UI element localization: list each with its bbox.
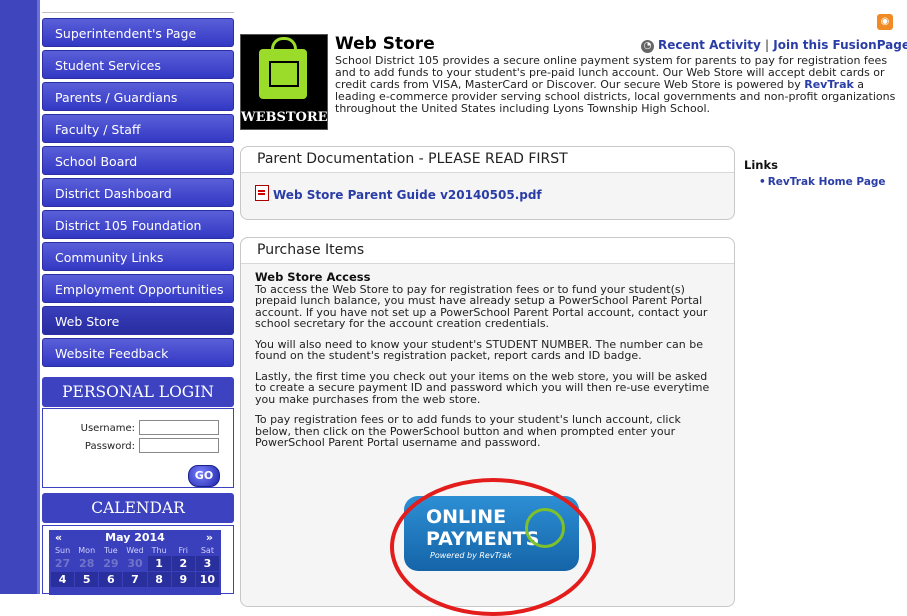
calendar-day[interactable]: 2 — [171, 556, 195, 571]
calendar-inner: « May 2014 » Sun Mon Tue Wed Thu Fri Sat… — [49, 530, 221, 595]
username-row: Username: — [75, 420, 219, 435]
username-input[interactable] — [139, 420, 219, 435]
join-fusionpage-link[interactable]: Join this FusionPage — [773, 38, 907, 52]
purchase-items-body: Web Store Access To access the Web Store… — [241, 264, 734, 466]
calendar-dow: Sat — [200, 546, 214, 555]
calendar-next-button[interactable]: » — [206, 531, 213, 544]
page-title: Web Store — [335, 34, 435, 54]
recent-activity-icon: ◔ — [641, 40, 654, 53]
calendar-dow: Sun — [54, 546, 71, 555]
calendar-day[interactable]: 28 — [75, 556, 99, 571]
calendar-day[interactable]: 10 — [195, 572, 219, 587]
pdf-icon — [255, 185, 269, 201]
sidebar-nav: Superintendent's Page Student Services P… — [42, 18, 234, 370]
parent-documentation-panel: Parent Documentation - PLEASE READ FIRST… — [240, 146, 735, 220]
recent-activity-link[interactable]: Recent Activity — [658, 38, 761, 52]
cart-icon — [269, 61, 299, 87]
parent-guide-pdf-link[interactable]: Web Store Parent Guide v20140505.pdf — [273, 188, 542, 202]
purchase-items-title: Purchase Items — [241, 238, 734, 264]
go-button[interactable]: GO — [188, 465, 220, 487]
calendar-month-title: May 2014 — [105, 531, 165, 544]
sidebar-item-parents-guardians[interactable]: Parents / Guardians — [42, 82, 234, 111]
sidebar-item-district-dashboard[interactable]: District Dashboard — [42, 178, 234, 207]
sidebar-item-employment-opportunities[interactable]: Employment Opportunities — [42, 274, 234, 303]
password-input[interactable] — [139, 438, 219, 453]
username-label: Username: — [80, 422, 135, 434]
webstore-logo: WEBSTORE — [240, 34, 328, 130]
password-label: Password: — [84, 440, 135, 452]
calendar-day[interactable]: 4 — [51, 572, 75, 587]
webstore-logo-text: WEBSTORE — [241, 110, 328, 125]
calendar-header: « May 2014 » — [49, 530, 221, 546]
calendar-day[interactable]: 5 — [75, 572, 99, 587]
sidebar-item-district-105-foundation[interactable]: District 105 Foundation — [42, 210, 234, 239]
left-bar-edge — [37, 0, 40, 594]
left-background-bar — [0, 0, 37, 594]
shopping-bag-icon — [259, 37, 307, 99]
calendar-day[interactable]: 27 — [51, 556, 75, 571]
sidebar-item-school-board[interactable]: School Board — [42, 146, 234, 175]
red-highlight-oval — [390, 478, 596, 616]
sidebar-item-superintendents-page[interactable]: Superintendent's Page — [42, 18, 234, 47]
links-heading: Links — [744, 158, 778, 172]
sidebar-item-web-store[interactable]: Web Store — [42, 306, 234, 335]
instructions-paragraph-3: Lastly, the first time you check out you… — [255, 369, 710, 406]
personal-login-heading: PERSONAL LOGIN — [42, 377, 234, 407]
parent-documentation-title: Parent Documentation - PLEASE READ FIRST — [241, 147, 734, 173]
calendar-grid: Sun Mon Tue Wed Thu Fri Sat 27 28 29 30 … — [49, 546, 221, 587]
instructions-paragraph-1: To access the Web Store to pay for regis… — [255, 282, 708, 330]
separator: | — [765, 38, 770, 52]
sidebar-item-website-feedback[interactable]: Website Feedback — [42, 338, 234, 367]
login-box: Username: Password: GO — [42, 408, 234, 488]
calendar-widget: « May 2014 » Sun Mon Tue Wed Thu Fri Sat… — [42, 525, 234, 595]
web-store-access-heading: Web Store Access — [255, 270, 371, 284]
calendar-dow: Thu — [151, 546, 167, 555]
calendar-day[interactable]: 1 — [147, 556, 171, 571]
calendar-dow: Wed — [126, 546, 144, 555]
calendar-day[interactable]: 8 — [147, 572, 171, 587]
calendar-day[interactable]: 9 — [171, 572, 195, 587]
calendar-day[interactable]: 30 — [123, 556, 147, 571]
rss-icon[interactable]: ◉ — [877, 14, 893, 30]
sidebar-item-student-services[interactable]: Student Services — [42, 50, 234, 79]
sidebar-item-community-links[interactable]: Community Links — [42, 242, 234, 271]
intro-text: School District 105 provides a secure on… — [335, 55, 903, 115]
calendar-dow: Fri — [178, 546, 189, 555]
parent-documentation-body: Web Store Parent Guide v20140505.pdf — [241, 173, 734, 210]
calendar-day[interactable]: 3 — [195, 556, 219, 571]
calendar-heading: CALENDAR — [42, 493, 234, 523]
calendar-dow: Mon — [78, 546, 96, 555]
password-row: Password: — [75, 438, 219, 453]
calendar-day[interactable]: 6 — [99, 572, 123, 587]
top-strip — [42, 0, 234, 13]
instructions-paragraph-2: You will also need to know your student'… — [255, 337, 704, 362]
instructions-paragraph-4: To pay registration fees or to add funds… — [255, 413, 681, 449]
page-actions: ◔ Recent Activity | Join this FusionPage — [641, 38, 907, 53]
sidebar-item-faculty-staff[interactable]: Faculty / Staff — [42, 114, 234, 143]
calendar-dow: Tue — [104, 546, 118, 555]
revtrak-home-page-link[interactable]: RevTrak Home Page — [759, 176, 886, 188]
calendar-day[interactable]: 29 — [99, 556, 123, 571]
calendar-day[interactable]: 7 — [123, 572, 147, 587]
